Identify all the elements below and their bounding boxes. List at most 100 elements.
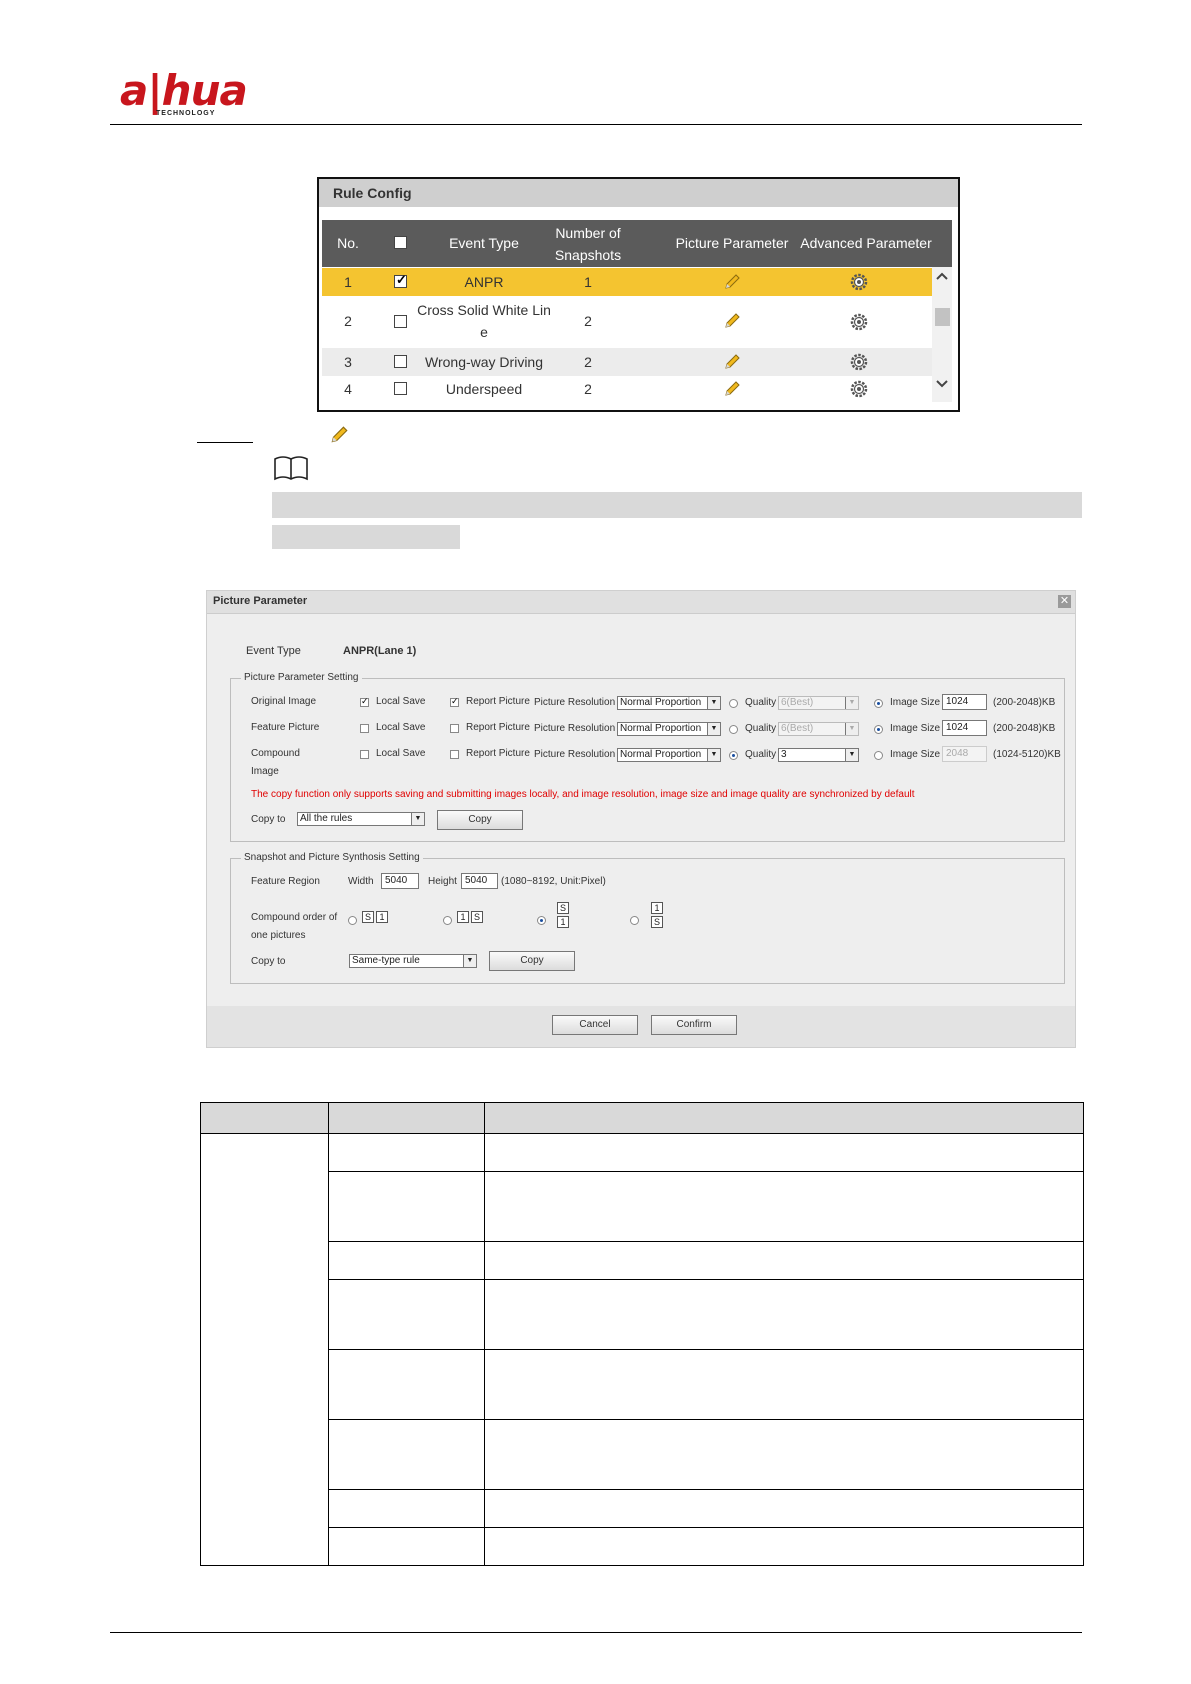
chevron-down-icon: ▼ — [463, 955, 476, 967]
table-border — [328, 1489, 1084, 1490]
table-header-row — [200, 1102, 1084, 1133]
image-size-input[interactable]: 1024 — [942, 720, 987, 736]
chevron-down-icon: ▼ — [845, 749, 858, 761]
logo-wordmark: a|hua — [120, 66, 248, 115]
chevron-down-icon[interactable] — [935, 379, 949, 389]
pencil-icon[interactable] — [723, 273, 741, 291]
image-size-radio[interactable] — [874, 725, 883, 734]
rule-event-type: ANPR — [464, 274, 504, 290]
order-box: S — [651, 916, 663, 928]
order-box: 1 — [457, 911, 469, 923]
resolution-value: Normal Proportion — [620, 749, 702, 760]
image-size-input[interactable]: 2048 — [942, 746, 987, 762]
rule-row[interactable]: 2 Cross Solid White Lin e 2 — [322, 296, 932, 348]
table-border — [1083, 1102, 1084, 1566]
dahua-logo: a|hua TECHNOLOGY — [120, 70, 260, 120]
copy-to-select[interactable]: All the rules ▼ — [297, 812, 425, 826]
table-border — [484, 1102, 485, 1566]
dialog-title-bar: Picture Parameter — [207, 591, 1075, 614]
gear-icon[interactable] — [849, 312, 869, 332]
report-picture-checkbox[interactable] — [450, 696, 459, 707]
order-radio-1s-vertical[interactable] — [630, 916, 639, 925]
rule-snapshots: 2 — [584, 313, 592, 329]
image-size-input[interactable]: 1024 — [942, 694, 987, 710]
synthesis-legend: Snapshot and Picture Synthosis Setting — [241, 852, 423, 863]
quality-value: 3 — [781, 749, 787, 760]
quality-radio[interactable] — [729, 699, 738, 708]
chevron-down-icon: ▼ — [411, 813, 424, 825]
rule-list-scrollbar[interactable] — [932, 267, 952, 402]
local-save-checkbox[interactable] — [360, 724, 369, 733]
local-save-label: Local Save — [376, 696, 426, 707]
quality-radio[interactable] — [729, 751, 738, 760]
report-picture-label: Report Picture — [466, 696, 530, 707]
resolution-select[interactable]: Normal Proportion ▼ — [617, 748, 721, 762]
local-save-checkbox[interactable] — [360, 696, 369, 707]
table-border — [328, 1171, 1084, 1172]
pencil-icon[interactable] — [723, 353, 741, 371]
image-size-label: Image Size — [890, 723, 941, 734]
pencil-icon[interactable] — [723, 312, 741, 330]
row-name-compound-line1: Compound — [251, 748, 300, 759]
rule-row[interactable]: 4 Underspeed 2 — [322, 376, 932, 402]
report-picture-checkbox[interactable] — [450, 724, 459, 733]
local-save-checkbox[interactable] — [360, 750, 369, 759]
report-picture-label: Report Picture — [466, 722, 530, 733]
rule-config-title: Rule Config — [333, 185, 412, 201]
resolution-select[interactable]: Normal Proportion ▼ — [617, 722, 721, 736]
height-input[interactable]: 5040 — [461, 873, 498, 889]
copy-notice: The copy function only supports saving a… — [251, 789, 915, 800]
rule-row[interactable]: 3 Wrong-way Driving 2 — [322, 348, 932, 376]
report-picture-checkbox[interactable] — [450, 750, 459, 759]
order-radio-1s-horizontal[interactable] — [443, 916, 452, 925]
event-type-label: Event Type — [246, 645, 301, 657]
row-name-compound-line2: Image — [251, 766, 279, 777]
image-size-radio[interactable] — [874, 751, 883, 760]
resolution-value: Normal Proportion — [620, 723, 702, 734]
table-border — [200, 1565, 1084, 1566]
copy-to-label: Copy to — [251, 814, 286, 825]
quality-value: 6(Best) — [781, 723, 814, 734]
resolution-label: Picture Resolution — [534, 697, 616, 708]
chevron-down-icon: ▼ — [845, 723, 858, 735]
order-box: S — [362, 911, 374, 923]
order-box: 1 — [557, 916, 569, 928]
pencil-icon[interactable] — [723, 380, 741, 398]
image-size-label: Image Size — [890, 697, 941, 708]
gear-icon[interactable] — [849, 379, 869, 399]
copy-to2-select[interactable]: Same-type rule ▼ — [349, 954, 477, 968]
rule-row[interactable]: 1 ANPR 1 — [322, 268, 932, 296]
copy-to2-label: Copy to — [251, 956, 286, 967]
gear-icon[interactable] — [849, 352, 869, 372]
quality-select[interactable]: 6(Best) ▼ — [778, 696, 859, 710]
rule-event-type: Wrong-way Driving — [425, 354, 543, 370]
quality-radio[interactable] — [729, 725, 738, 734]
cancel-button[interactable]: Cancel — [552, 1015, 638, 1035]
scrollbar-thumb[interactable] — [935, 308, 950, 326]
resolution-value: Normal Proportion — [620, 697, 702, 708]
rule-no: 1 — [344, 274, 352, 290]
copy-to2-value: Same-type rule — [352, 955, 420, 966]
image-size-radio[interactable] — [874, 699, 883, 708]
quality-select[interactable]: 6(Best) ▼ — [778, 722, 859, 736]
rule-checkbox[interactable] — [394, 272, 407, 288]
copy-button[interactable]: Copy — [437, 810, 523, 830]
copy-button-2[interactable]: Copy — [489, 951, 575, 971]
width-input[interactable]: 5040 — [381, 873, 419, 889]
chevron-up-icon[interactable] — [935, 271, 949, 281]
resolution-select[interactable]: Normal Proportion ▼ — [617, 696, 721, 710]
order-radio-s1-vertical[interactable] — [537, 916, 546, 925]
table-border — [328, 1349, 1084, 1350]
compound-order-line2: one pictures — [251, 930, 306, 941]
table-border — [328, 1419, 1084, 1420]
logo-subtitle: TECHNOLOGY — [156, 110, 216, 117]
report-picture-label: Report Picture — [466, 748, 530, 759]
local-save-label: Local Save — [376, 722, 426, 733]
gear-icon[interactable] — [849, 272, 869, 292]
confirm-button[interactable]: Confirm — [651, 1015, 737, 1035]
close-icon[interactable]: ✕ — [1058, 595, 1071, 608]
quality-select[interactable]: 3 ▼ — [778, 748, 859, 762]
order-radio-s1-horizontal[interactable] — [348, 916, 357, 925]
row-name-feature: Feature Picture — [251, 722, 320, 733]
select-all-checkbox[interactable] — [394, 236, 407, 249]
